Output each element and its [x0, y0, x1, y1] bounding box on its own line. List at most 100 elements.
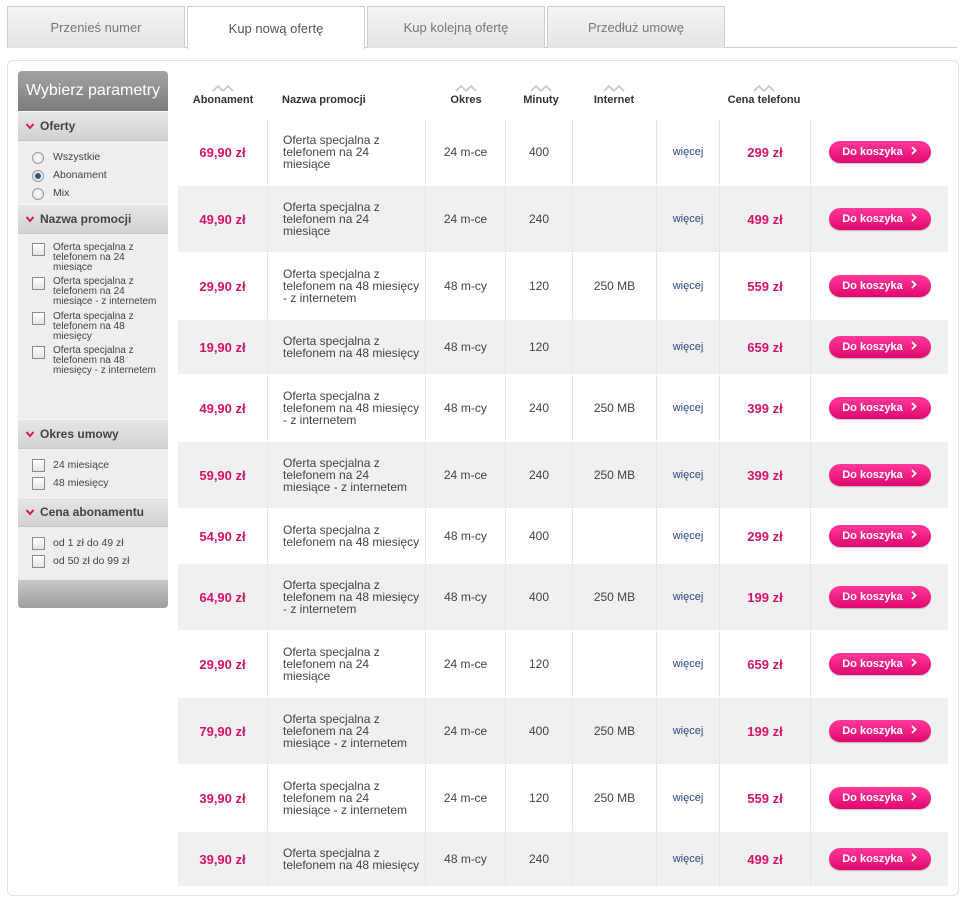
radio-button-selected[interactable]: [32, 170, 44, 182]
checkbox[interactable]: [32, 277, 45, 290]
tab-przedluz-umowe[interactable]: Przedłuż umowę: [547, 6, 725, 48]
button-label: Do koszyka: [842, 146, 903, 158]
button-label: Do koszyka: [842, 341, 903, 353]
add-to-cart-button[interactable]: Do koszyka: [828, 653, 931, 675]
option-promo-24-internet[interactable]: Oferta specjalna z telefonem na 24 miesi…: [32, 277, 157, 307]
more-link[interactable]: więcej: [657, 442, 720, 508]
checkbox[interactable]: [32, 459, 45, 472]
column-header-internet[interactable]: Internet: [576, 84, 652, 118]
add-to-cart-button[interactable]: Do koszyka: [828, 336, 931, 358]
column-header-okres[interactable]: Okres: [426, 84, 506, 118]
promo-name-line: telefonem na 48 miesięcy: [283, 858, 420, 872]
more-link[interactable]: więcej: [657, 765, 720, 831]
cell-cena: 299 zł: [720, 119, 811, 185]
radio-button[interactable]: [32, 152, 44, 164]
cell-nazwa-promocji: Oferta specjalna z telefonem na 24 miesiąc…: [268, 765, 426, 831]
add-to-cart-button[interactable]: Do koszyka: [828, 275, 931, 297]
promo-name-line: telefonem na 48 miesięcy: [283, 346, 420, 360]
tab-przenies-numer[interactable]: Przenieś numer: [7, 6, 185, 48]
cell-abonament: 69,90 zł: [178, 119, 268, 185]
cell-internet: 250 MB: [573, 765, 657, 831]
add-to-cart-button[interactable]: Do koszyka: [828, 464, 931, 486]
section-cena-abonamentu[interactable]: Cena abonamentu: [18, 497, 168, 527]
option-mix[interactable]: Mix: [32, 187, 168, 200]
add-to-cart-button[interactable]: Do koszyka: [828, 720, 931, 742]
option-label: Oferta specjalna z telefonem na 48 miesi…: [53, 311, 134, 342]
table-row: 19,90 zł Oferta specjalna z telefonem na 4…: [178, 319, 948, 374]
option-48-miesiecy[interactable]: 48 miesięcy: [32, 477, 168, 490]
add-to-cart-button[interactable]: Do koszyka: [828, 208, 931, 230]
option-promo-48-internet[interactable]: Oferta specjalna z telefonem na 48 miesi…: [32, 346, 157, 376]
more-link[interactable]: więcej: [657, 631, 720, 697]
promo-name-line: miesiące: [283, 157, 331, 171]
option-24-miesiace[interactable]: 24 miesiące: [32, 459, 168, 472]
column-header-cena[interactable]: Cena telefonu: [710, 84, 818, 118]
button-label: Do koszyka: [842, 469, 903, 481]
checkbox[interactable]: [32, 312, 45, 325]
promo-name-line: miesiące: [283, 224, 331, 238]
option-cena-50-99[interactable]: od 50 zł do 99 zł: [32, 555, 168, 568]
column-header-abonament[interactable]: Abonament: [178, 84, 268, 118]
column-label: Okres: [450, 94, 482, 106]
section-okres-umowy[interactable]: Okres umowy: [18, 419, 168, 449]
more-link[interactable]: więcej: [657, 186, 720, 252]
add-to-cart-button[interactable]: Do koszyka: [828, 525, 931, 547]
cell-okres: 48 m-cy: [426, 375, 506, 441]
chevron-down-icon: [25, 216, 35, 223]
cell-abonament: 59,90 zł: [178, 442, 268, 508]
cell-nazwa-promocji: Oferta specjalna z telefonem na 24 miesiąc…: [268, 119, 426, 185]
option-label: Oferta specjalna z telefonem na 24 miesi…: [53, 276, 157, 307]
checkbox[interactable]: [32, 346, 45, 359]
column-header-minuty[interactable]: Minuty: [506, 84, 576, 118]
tab-bar: Przenieś numer Kup nową ofertę Kup kolej…: [7, 6, 957, 49]
cell-abonament: 39,90 zł: [178, 765, 268, 831]
add-to-cart-button[interactable]: Do koszyka: [828, 848, 931, 870]
promo-name: Oferta specjalna z telefonem na 24 miesiąc…: [283, 457, 407, 493]
tab-kup-nowa-oferte[interactable]: Kup nową ofertę: [187, 6, 365, 49]
more-link[interactable]: więcej: [657, 375, 720, 441]
tab-kup-kolejna-oferte[interactable]: Kup kolejną ofertę: [367, 6, 545, 48]
more-link[interactable]: więcej: [657, 253, 720, 319]
add-to-cart-button[interactable]: Do koszyka: [828, 586, 931, 608]
add-to-cart-button[interactable]: Do koszyka: [828, 397, 931, 419]
promo-name: Oferta specjalna z telefonem na 24 miesiąc…: [283, 134, 380, 170]
chevron-right-icon: [911, 725, 917, 737]
promo-name: Oferta specjalna z telefonem na 24 miesiąc…: [283, 201, 380, 237]
checkbox[interactable]: [32, 477, 45, 490]
more-link[interactable]: więcej: [657, 509, 720, 563]
cell-internet: 250 MB: [573, 564, 657, 630]
more-link[interactable]: więcej: [657, 320, 720, 374]
section-nazwa-promocji[interactable]: Nazwa promocji: [18, 204, 168, 234]
option-cena-1-49[interactable]: od 1 zł do 49 zł: [32, 537, 168, 550]
add-to-cart-button[interactable]: Do koszyka: [828, 787, 931, 809]
radio-button[interactable]: [32, 188, 44, 200]
chevron-right-icon: [911, 146, 917, 158]
option-abonament[interactable]: Abonament: [32, 169, 168, 182]
cell-minuty: 400: [506, 119, 573, 185]
option-wszystkie[interactable]: Wszystkie: [32, 151, 168, 164]
cell-cena: 559 zł: [720, 253, 811, 319]
section-oferty[interactable]: Oferty: [18, 111, 168, 141]
promo-name-line: miesiące: [283, 669, 331, 683]
checkbox[interactable]: [32, 537, 45, 550]
option-promo-24[interactable]: Oferta specjalna z telefonem na 24 miesi…: [32, 243, 157, 273]
cell-cart: Do koszyka: [811, 119, 948, 185]
cell-internet: [573, 631, 657, 697]
checkbox[interactable]: [32, 555, 45, 568]
add-to-cart-button[interactable]: Do koszyka: [828, 141, 931, 163]
promo-name: Oferta specjalna z telefonem na 48 miesię…: [283, 335, 419, 359]
option-promo-48[interactable]: Oferta specjalna z telefonem na 48 miesi…: [32, 312, 157, 342]
checkbox[interactable]: [32, 243, 45, 256]
table-row: 79,90 zł Oferta specjalna z telefonem na 2…: [178, 697, 948, 764]
more-link[interactable]: więcej: [657, 698, 720, 764]
more-link[interactable]: więcej: [657, 564, 720, 630]
cell-minuty: 120: [506, 253, 573, 319]
table-row: 29,90 zł Oferta specjalna z telefonem na 4…: [178, 252, 948, 319]
option-label: Oferta specjalna z telefonem na 24 miesi…: [53, 242, 134, 273]
cell-internet: [573, 509, 657, 563]
more-link[interactable]: więcej: [657, 832, 720, 886]
promo-name: Oferta specjalna z telefonem na 24 miesiąc…: [283, 780, 407, 816]
more-link[interactable]: więcej: [657, 119, 720, 185]
cell-nazwa-promocji: Oferta specjalna z telefonem na 48 miesię…: [268, 509, 426, 563]
promo-name: Oferta specjalna z telefonem na 48 miesię…: [283, 847, 419, 871]
